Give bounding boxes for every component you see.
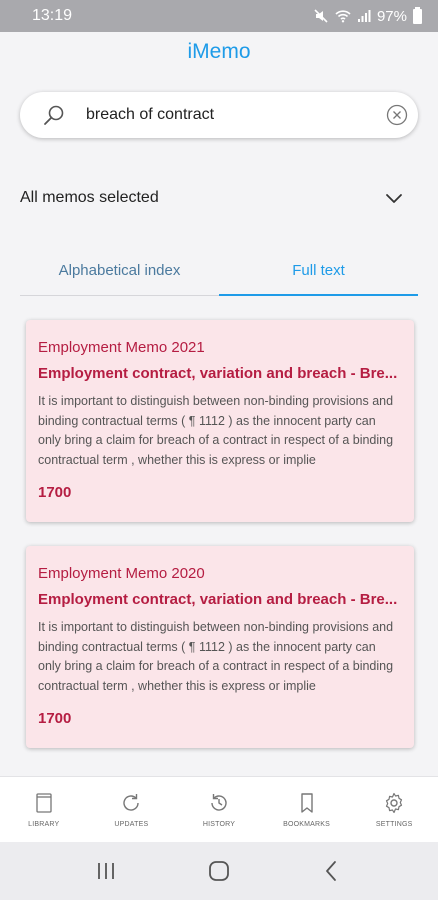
nav-label: SETTINGS (375, 821, 413, 828)
search-box[interactable] (20, 92, 418, 138)
home-button[interactable] (207, 859, 231, 883)
tab-full-text[interactable]: Full text (219, 256, 418, 296)
back-button[interactable] (320, 859, 344, 883)
home-icon (209, 861, 229, 881)
system-nav-bar (0, 842, 438, 900)
result-memo-title: Employment Memo 2020 (38, 565, 205, 582)
status-icons: 97% (313, 6, 422, 25)
result-snippet: It is important to distinguish between n… (38, 620, 394, 693)
results-list: Employment Memo 2021 Employment contract… (26, 320, 414, 772)
updates-icon (119, 791, 143, 815)
nav-history[interactable]: HISTORY (179, 791, 259, 828)
search-icon[interactable] (42, 103, 66, 127)
recent-apps-button[interactable] (94, 859, 118, 883)
result-card[interactable]: Employment Memo 2021 Employment contract… (26, 320, 414, 522)
nav-label: BOOKMARKS (283, 821, 331, 828)
status-bar: 13:19 97% (0, 0, 438, 32)
result-paragraph-number: 1700 (38, 710, 72, 727)
back-icon (325, 861, 336, 881)
library-icon (32, 791, 56, 815)
gear-icon (382, 791, 406, 815)
memo-selector-dropdown[interactable]: All memos selected (20, 178, 418, 218)
result-snippet: It is important to distinguish between n… (38, 394, 394, 467)
mute-icon (313, 8, 329, 24)
search-input[interactable] (86, 92, 386, 138)
tab-bar: Alphabetical index Full text (20, 256, 418, 296)
signal-icon (357, 9, 371, 23)
nav-label: HISTORY (202, 821, 236, 828)
battery-icon (413, 6, 422, 24)
nav-bookmarks[interactable]: BOOKMARKS (267, 791, 347, 828)
nav-library[interactable]: LIBRARY (4, 791, 84, 828)
nav-label: LIBRARY (28, 821, 60, 828)
bottom-nav: LIBRARY UPDATES HISTORY BOOKMARKS SETTIN… (0, 776, 438, 842)
result-card[interactable]: Employment Memo 2020 Employment contract… (26, 546, 414, 748)
app-title: iMemo (187, 40, 251, 63)
nav-updates[interactable]: UPDATES (91, 791, 171, 828)
result-memo-title: Employment Memo 2021 (38, 339, 205, 356)
clear-search-icon[interactable] (386, 104, 408, 126)
chevron-down-icon[interactable] (384, 188, 404, 208)
memo-selector-label: All memos selected (20, 189, 159, 206)
battery-percent: 97% (376, 7, 407, 25)
result-heading: Employment contract, variation and breac… (38, 591, 398, 608)
wifi-icon (335, 9, 351, 23)
nav-settings[interactable]: SETTINGS (354, 791, 434, 828)
history-icon (207, 791, 231, 815)
result-paragraph-number: 1700 (38, 484, 72, 501)
result-heading: Employment contract, variation and breac… (38, 365, 398, 382)
recent-apps-icon (98, 863, 115, 879)
tab-alphabetical-index[interactable]: Alphabetical index (20, 256, 219, 295)
nav-label: UPDATES (114, 821, 149, 828)
bookmark-icon (295, 791, 319, 815)
status-time: 13:19 (32, 7, 73, 24)
